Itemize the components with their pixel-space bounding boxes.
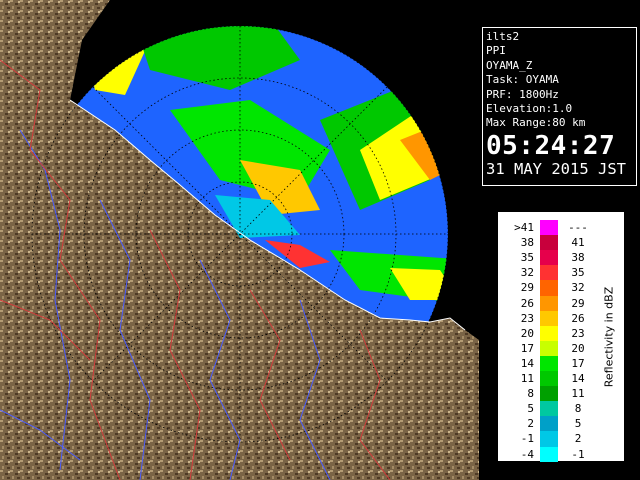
legend-swatch (540, 340, 558, 357)
legend-row: 26 29 (498, 295, 626, 312)
legend-high-value: -1 (571, 447, 585, 461)
legend-high-value: 26 (571, 311, 585, 325)
legend-low-value: >41 (514, 221, 534, 234)
legend-high-value: --- (568, 221, 588, 234)
site-name: ilts2 (486, 30, 520, 43)
legend-swatch (540, 310, 558, 327)
legend-high-value: 32 (571, 281, 585, 295)
legend-row: 25 (498, 416, 626, 432)
legend-row: 35 38 (498, 250, 626, 266)
legend-low-value: 2 (527, 417, 534, 431)
legend-row: 17 20 (498, 340, 626, 357)
legend-low-value: 38 (520, 236, 534, 250)
legend-low-value: -1 (520, 432, 534, 446)
legend-row: >41 --- (498, 220, 626, 236)
legend-row: 23 26 (498, 310, 626, 327)
legend-swatch (540, 431, 558, 447)
task-name: Task: OYAMA (486, 73, 559, 87)
legend-row: -1 2 (498, 431, 626, 447)
legend-low-value: 26 (520, 296, 534, 310)
legend-low-value: 23 (520, 311, 534, 325)
legend-swatch (540, 235, 558, 251)
legend-row: 58 (498, 401, 626, 417)
scan-time: 05:24:27 (486, 130, 616, 161)
scan-info-panel: ilts2 PPI OYAMA_Z Task: OYAMA PRF: 1800H… (482, 27, 637, 186)
legend-swatch (540, 446, 558, 463)
legend-low-value: 14 (520, 356, 534, 370)
legend-row: 8 11 (498, 386, 626, 402)
legend-high-value: 23 (571, 326, 585, 340)
legend-swatch (540, 325, 558, 342)
legend-low-value: 20 (520, 326, 534, 340)
legend-row: 32 35 (498, 265, 626, 281)
legend-high-value: 38 (571, 251, 585, 265)
legend-high-value: 11 (571, 387, 585, 401)
legend-row: 11 14 (498, 371, 626, 387)
legend-swatch (540, 220, 558, 236)
legend-swatch (540, 416, 558, 432)
legend-high-value: 20 (571, 341, 585, 355)
legend-high-value: 14 (571, 372, 585, 385)
prf-value: PRF: 1800Hz (486, 87, 559, 101)
legend-swatch (540, 371, 558, 387)
legend-swatch (540, 355, 558, 372)
legend-low-value: 5 (527, 402, 534, 416)
legend-low-value: 11 (520, 372, 534, 385)
legend-high-value: 5 (574, 417, 582, 431)
legend-row: 38 41 (498, 235, 626, 251)
legend-high-value: 29 (571, 296, 585, 310)
legend-high-value: 8 (574, 402, 582, 416)
legend-high-value: 17 (571, 356, 585, 370)
legend-high-value: 41 (571, 236, 585, 250)
legend-row: 29 32 (498, 280, 626, 296)
legend-high-value: 35 (571, 266, 585, 280)
legend-swatch (540, 265, 558, 281)
legend-row: -4 -1 (498, 446, 626, 463)
legend-row: 20 23 (498, 325, 626, 342)
legend-low-value: 32 (520, 266, 534, 280)
radar-map[interactable] (0, 0, 479, 480)
max-range-value: Max Range:80 km (486, 116, 586, 130)
legend-low-value: 35 (520, 251, 534, 265)
legend-swatch (540, 401, 558, 417)
legend-low-value: 8 (527, 387, 534, 401)
legend-low-value: -4 (520, 447, 534, 461)
scan-date: 31 MAY 2015 JST (486, 159, 626, 178)
legend-swatch (540, 250, 558, 266)
legend-low-value: 29 (520, 281, 534, 295)
legend-swatch (540, 386, 558, 402)
legend-swatch (540, 295, 558, 312)
scan-mode: PPI (486, 44, 506, 58)
legend-high-value: 2 (574, 432, 582, 446)
legend-swatch (540, 280, 558, 296)
color-legend: Reflectivity in dBZ >41 --- 38 41 35 38 32 35 29… (497, 211, 626, 463)
elevation-value: Elevation:1.0 (486, 102, 573, 116)
legend-row: 14 17 (498, 355, 626, 372)
legend-low-value: 17 (520, 341, 534, 355)
product-name: OYAMA_Z (486, 58, 533, 72)
